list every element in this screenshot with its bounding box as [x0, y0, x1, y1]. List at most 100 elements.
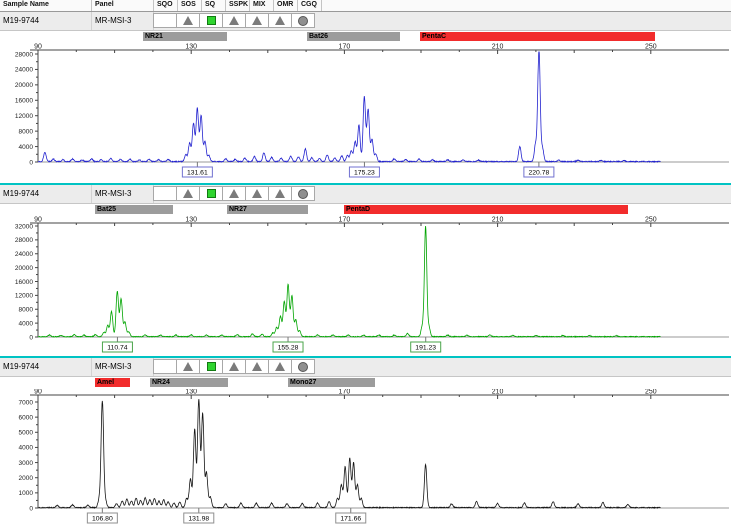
flag-cell-cgq[interactable]	[291, 13, 315, 28]
flag-cell-omr[interactable]	[268, 186, 292, 201]
column-header-cgq: CGQ	[298, 0, 322, 11]
quality-flags	[154, 358, 315, 376]
flag-cell-mix[interactable]	[245, 186, 269, 201]
triangle-icon	[252, 16, 262, 25]
flag-cell-sos[interactable]	[176, 13, 200, 28]
flag-cell-sspk[interactable]	[222, 359, 246, 374]
triangle-icon	[183, 189, 193, 198]
sample-row[interactable]: M19-9744 MR-MSI-3	[0, 358, 731, 377]
flag-cell-sos[interactable]	[176, 359, 200, 374]
green-square-icon	[207, 189, 216, 198]
peak-size-label[interactable]: 191.23	[411, 337, 441, 352]
flag-cell-cgq[interactable]	[291, 359, 315, 374]
triangle-icon	[275, 362, 285, 371]
svg-text:0: 0	[29, 334, 33, 341]
electropherogram-black[interactable]: 9013017021025001000200030004000500060007…	[0, 389, 731, 529]
flag-cell-omr[interactable]	[268, 359, 292, 374]
flag-cell-mix[interactable]	[245, 359, 269, 374]
svg-text:4000: 4000	[19, 144, 34, 151]
peak-size-label[interactable]: 220.78	[524, 162, 554, 177]
flag-cell-sspk[interactable]	[222, 186, 246, 201]
peak-size-label[interactable]: 131.98	[184, 508, 214, 523]
marker-bar-nr21: NR21	[143, 32, 227, 41]
svg-text:130: 130	[185, 44, 197, 51]
peak-size-label[interactable]: 155.28	[273, 337, 303, 352]
triangle-icon	[275, 16, 285, 25]
svg-text:131.61: 131.61	[187, 170, 208, 177]
trace-polyline	[38, 226, 661, 337]
flag-cell-omr[interactable]	[268, 13, 292, 28]
triangle-icon	[229, 189, 239, 198]
peak-size-label[interactable]: 110.74	[102, 337, 132, 352]
svg-text:130: 130	[185, 389, 197, 396]
electropherogram-green[interactable]: 9013017021025004000800012000160002000024…	[0, 216, 731, 356]
svg-text:28000: 28000	[15, 51, 33, 58]
column-header-sq: SQ	[202, 0, 226, 11]
sample-name: M19-9744	[0, 185, 92, 203]
svg-text:1000: 1000	[19, 490, 34, 497]
green-square-icon	[207, 16, 216, 25]
svg-text:220.78: 220.78	[528, 170, 549, 177]
marker-bar-pentad: PentaD	[344, 205, 628, 214]
marker-bar-amel: Amel	[95, 378, 130, 387]
trace-polyline	[38, 52, 661, 163]
svg-text:7000: 7000	[19, 399, 34, 406]
samples-table-header: Sample Name Panel SQO SOS SQ SSPK MIX OM…	[0, 0, 731, 12]
panel-name: MR-MSI-3	[92, 12, 154, 30]
svg-text:16000: 16000	[15, 98, 33, 105]
peak-size-label[interactable]: 106.80	[87, 508, 117, 523]
genotype-samples-view: Sample Name Panel SQO SOS SQ SSPK MIX OM…	[0, 0, 731, 529]
peak-size-label[interactable]: 131.61	[182, 162, 212, 177]
svg-text:210: 210	[492, 389, 504, 396]
electropherogram-blue[interactable]: 9013017021025004000800012000160002000024…	[0, 43, 731, 183]
panel-name: MR-MSI-3	[92, 358, 154, 376]
svg-text:12000: 12000	[15, 113, 33, 120]
flag-cell-sqo[interactable]	[153, 13, 177, 28]
column-header-sspk: SSPK	[226, 0, 250, 11]
marker-bar-nr27: NR27	[227, 205, 308, 214]
flag-cell-mix[interactable]	[245, 13, 269, 28]
triangle-icon	[252, 189, 262, 198]
column-header-sos: SOS	[178, 0, 202, 11]
svg-text:16000: 16000	[15, 279, 33, 286]
circle-icon	[298, 362, 308, 372]
peak-size-label[interactable]: 171.66	[336, 508, 366, 523]
marker-bar-mono27: Mono27	[288, 378, 375, 387]
sample-name: M19-9744	[0, 358, 92, 376]
marker-bar-bat25: Bat25	[95, 205, 173, 214]
column-header-sample-name: Sample Name	[0, 0, 92, 11]
sample-row[interactable]: M19-9744 MR-MSI-3	[0, 185, 731, 204]
sample-name: M19-9744	[0, 12, 92, 30]
sample-row[interactable]: M19-9744 MR-MSI-3	[0, 12, 731, 31]
flag-cell-sqo[interactable]	[153, 359, 177, 374]
x-axis: 90130170210250	[30, 389, 729, 399]
svg-text:250: 250	[645, 389, 657, 396]
svg-text:191.23: 191.23	[415, 345, 436, 352]
flag-cell-cgq[interactable]	[291, 186, 315, 201]
svg-text:170: 170	[339, 217, 351, 224]
y-axis: 040008000120001600020000240002800032000	[15, 223, 38, 341]
flag-cell-sq[interactable]	[199, 359, 223, 374]
flag-cell-sq[interactable]	[199, 186, 223, 201]
green-square-icon	[207, 362, 216, 371]
marker-bar-row: AmelNR24Mono27	[0, 377, 731, 389]
svg-text:250: 250	[645, 217, 657, 224]
flag-cell-sspk[interactable]	[222, 13, 246, 28]
flag-cell-sos[interactable]	[176, 186, 200, 201]
marker-bar-row: NR21Bat26PentaC	[0, 31, 731, 43]
svg-text:24000: 24000	[15, 67, 33, 74]
peak-size-label[interactable]: 175.23	[349, 162, 379, 177]
flag-cell-sqo[interactable]	[153, 186, 177, 201]
sample-panel-1: M19-9744 MR-MSI-3 NR21Bat26PentaC 901301…	[0, 12, 731, 183]
svg-text:90: 90	[34, 217, 42, 224]
flag-cell-sq[interactable]	[199, 13, 223, 28]
svg-text:20000: 20000	[15, 82, 33, 89]
svg-text:4000: 4000	[19, 445, 34, 452]
circle-icon	[298, 16, 308, 26]
triangle-icon	[252, 362, 262, 371]
svg-text:6000: 6000	[19, 414, 34, 421]
quality-flags	[154, 185, 315, 203]
svg-text:155.28: 155.28	[278, 345, 299, 352]
svg-text:250: 250	[645, 44, 657, 51]
svg-text:8000: 8000	[19, 128, 34, 135]
